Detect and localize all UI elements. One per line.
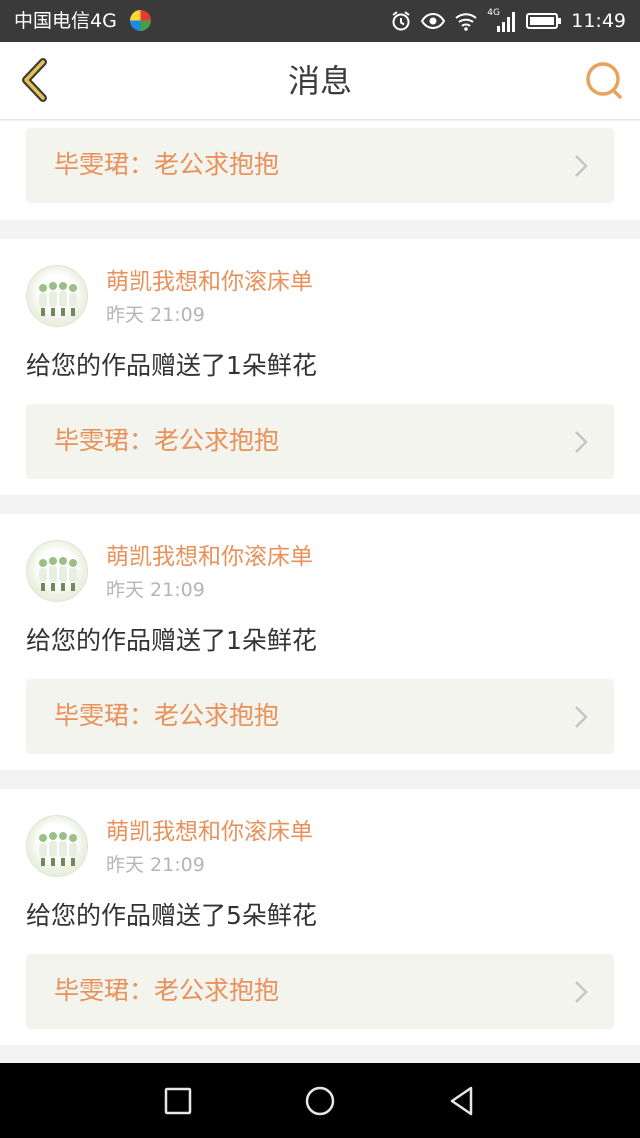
search-icon: [586, 62, 622, 99]
chevron-right-icon: [575, 155, 588, 177]
status-icons: 4G 11:49: [390, 8, 626, 34]
message-time: 昨天 21:09: [106, 304, 205, 326]
alarm-icon: [392, 11, 410, 31]
status-bar: 中国电信4G 4G 11:49: [0, 0, 640, 42]
message-header: 萌凯我想和你滚床单 昨天 21:09: [26, 815, 626, 881]
chevron-right-icon: [575, 981, 588, 1003]
work-link-row[interactable]: 毕雯珺：老公求抱抱: [26, 128, 614, 203]
message-list[interactable]: 毕雯珺：老公求抱抱 萌凯我想和你滚床单 昨天 21:09 给您的作品赠送了1朵鲜…: [0, 121, 640, 1063]
page-title: 消息: [287, 62, 352, 100]
sender-name[interactable]: 萌凯我想和你滚床单: [106, 817, 313, 847]
work-title: 毕雯珺：老公求抱抱: [54, 426, 280, 455]
system-nav-bar: [0, 1063, 640, 1138]
message-time: 昨天 21:09: [106, 854, 205, 876]
recent-apps-button[interactable]: [158, 1081, 198, 1121]
network-type-badge: 4G: [487, 8, 517, 32]
sender-name[interactable]: 萌凯我想和你滚床单: [106, 267, 313, 297]
chevron-right-icon: [575, 706, 588, 728]
carrier-logo-icon: [130, 10, 151, 31]
work-link-row[interactable]: 毕雯珺：老公求抱抱: [26, 404, 614, 479]
message-time: 昨天 21:09: [106, 579, 205, 601]
clock: 11:49: [571, 10, 626, 32]
header-bar: 消息: [0, 42, 640, 120]
message-text: 给您的作品赠送了1朵鲜花: [26, 626, 317, 655]
avatar[interactable]: [26, 540, 88, 602]
system-back-button[interactable]: [442, 1081, 482, 1121]
message-text: 给您的作品赠送了5朵鲜花: [26, 901, 317, 930]
message-header: 萌凯我想和你滚床单 昨天 21:09: [26, 540, 626, 606]
message-text: 给您的作品赠送了1朵鲜花: [26, 351, 317, 380]
work-link-row[interactable]: 毕雯珺：老公求抱抱: [26, 679, 614, 754]
square-icon: [164, 1087, 192, 1115]
home-button[interactable]: [300, 1081, 340, 1121]
work-title: 毕雯珺：老公求抱抱: [54, 701, 280, 730]
avatar[interactable]: [26, 815, 88, 877]
battery-icon: [526, 13, 562, 29]
message-header: 萌凯我想和你滚床单 昨天 21:09: [26, 265, 626, 331]
carrier-label: 中国电信4G: [14, 10, 117, 32]
search-button[interactable]: [582, 58, 628, 104]
message-card: 萌凯我想和你滚床单 昨天 21:09 给您的作品赠送了1朵鲜花 毕雯珺：老公求抱…: [0, 239, 640, 495]
chevron-right-icon: [575, 431, 588, 453]
message-card: 萌凯我想和你滚床单 昨天 21:09 给您的作品赠送了5朵鲜花 毕雯珺：老公求抱…: [0, 789, 640, 1045]
avatar[interactable]: [26, 265, 88, 327]
wifi-icon: [455, 13, 477, 31]
signal-icon: [497, 12, 516, 32]
eye-icon: [421, 12, 446, 30]
message-card: 萌凯我想和你滚床单 昨天 21:09 给您的作品赠送了1朵鲜花 毕雯珺：老公求抱…: [0, 514, 640, 770]
work-title: 毕雯珺：老公求抱抱: [54, 150, 280, 179]
work-title: 毕雯珺：老公求抱抱: [54, 976, 280, 1005]
triangle-back-icon: [450, 1086, 473, 1116]
sender-name[interactable]: 萌凯我想和你滚床单: [106, 542, 313, 572]
work-link-row[interactable]: 毕雯珺：老公求抱抱: [26, 954, 614, 1029]
message-card: 毕雯珺：老公求抱抱: [0, 121, 640, 220]
circle-icon: [305, 1086, 335, 1116]
